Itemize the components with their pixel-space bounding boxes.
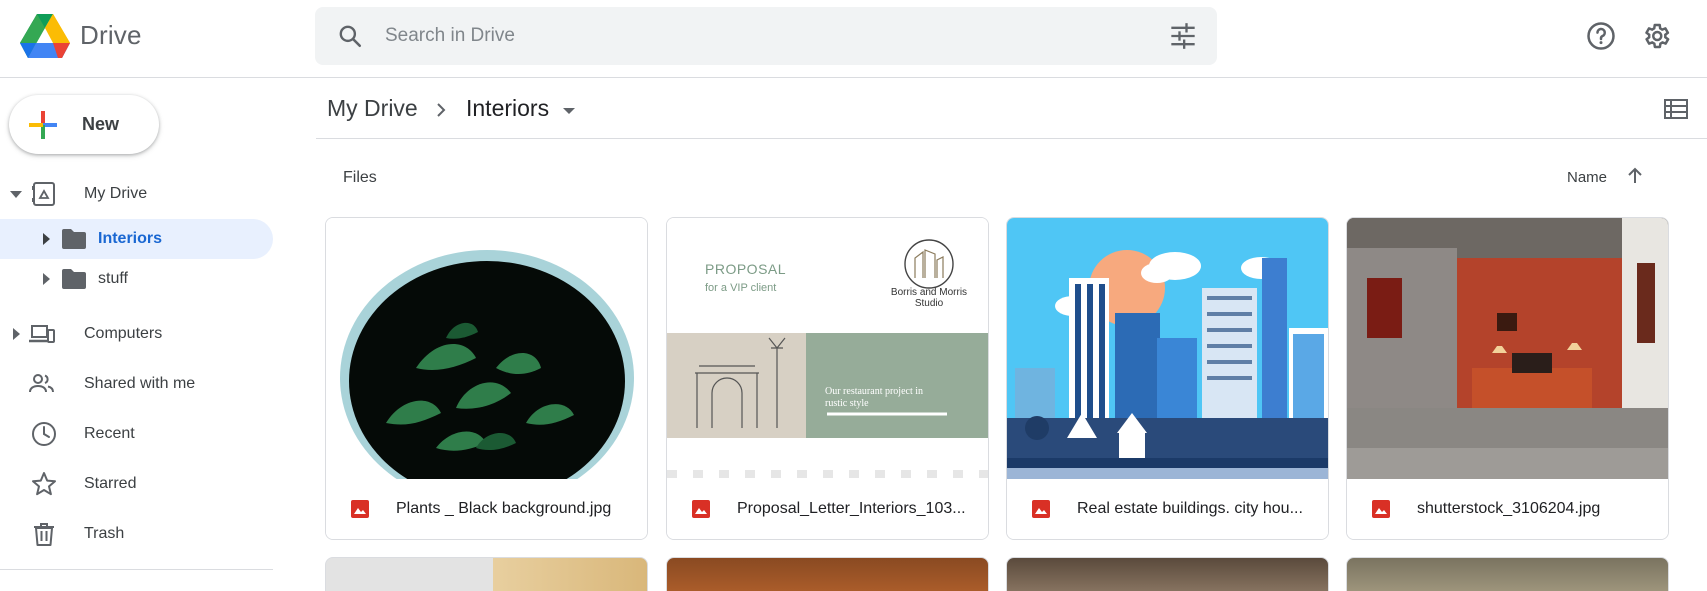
sidebar-item-label: Trash [84,525,125,542]
file-thumbnail [1007,218,1328,479]
file-thumbnail: PROPOSAL for a VIP client Borris and Mor… [667,218,988,479]
new-button[interactable]: New [9,95,159,154]
image-file-icon [692,500,710,518]
sidebar-item-recent[interactable]: Recent [0,414,273,454]
image-file-icon [1372,500,1390,518]
sidebar-item-shared-with-me[interactable]: Shared with me [0,364,273,404]
proposal-tagline: Our restaurant project in [825,386,924,397]
sidebar-item-trash[interactable]: Trash [0,514,273,554]
clock-icon [32,422,56,446]
proposal-studio-line: Studio [914,298,944,309]
people-icon [29,374,54,393]
help-icon[interactable] [1586,21,1616,51]
gear-icon[interactable] [1641,21,1671,51]
app-title: Drive [80,20,142,50]
file-name: Proposal_Letter_Interiors_103... [737,500,966,517]
sidebar-item-label: Recent [84,425,135,442]
caret-down-icon[interactable] [8,186,24,202]
image-file-icon [351,500,369,518]
caret-right-icon[interactable] [38,231,54,247]
file-card[interactable] [666,557,989,591]
sidebar-item-label: stuff [98,270,128,287]
my-drive-icon [32,182,55,206]
file-card[interactable]: PROPOSAL for a VIP client Borris and Mor… [666,217,989,540]
sidebar-item-label: My Drive [84,185,148,202]
breadcrumb-current-folder[interactable]: Interiors [466,95,549,122]
search-input[interactable] [385,21,1085,51]
sidebar-item-label: Computers [84,325,163,342]
file-card[interactable] [1346,557,1669,591]
file-name: Plants _ Black background.jpg [396,500,612,517]
proposal-heading: PROPOSAL [705,261,787,277]
search-options-icon[interactable] [1169,22,1197,50]
files-section-label: Files [343,169,377,186]
file-card[interactable]: Plants _ Black background.jpg [325,217,648,540]
breadcrumb: My Drive Interiors [316,79,1707,139]
file-thumbnail [1347,218,1668,479]
sidebar-item-label: Interiors [98,230,163,247]
proposal-studio-line: Borris and Morris [890,287,968,298]
caret-down-icon[interactable] [558,100,580,122]
arrow-up-icon[interactable] [1625,166,1645,186]
sidebar-item-stuff[interactable]: stuff [0,259,273,299]
file-meta: shutterstock_3106204.jpg [1347,479,1668,539]
sidebar-item-computers[interactable]: Computers [0,314,273,354]
file-card[interactable]: Real estate buildings. city hou... [1006,217,1329,540]
folder-icon [62,269,86,289]
file-meta: Plants _ Black background.jpg [326,479,647,539]
caret-right-icon[interactable] [38,271,54,287]
folder-icon [62,229,86,249]
file-card[interactable]: shutterstock_3106204.jpg [1346,217,1669,540]
file-card[interactable] [1006,557,1329,591]
sort-by-name-button[interactable]: Name [1567,169,1607,186]
sidebar-item-starred[interactable]: Starred [0,464,273,504]
search-bar[interactable] [315,7,1217,65]
proposal-subheading: for a VIP client [705,282,777,294]
list-view-icon[interactable] [1663,96,1689,122]
file-name: Real estate buildings. city hou... [1077,500,1303,517]
drive-logo-icon[interactable] [20,14,70,58]
sidebar-item-interiors[interactable]: Interiors [0,219,273,259]
sidebar-item-label: Starred [84,475,137,492]
breadcrumb-my-drive[interactable]: My Drive [327,95,418,122]
file-card[interactable] [325,557,648,591]
chevron-right-icon [437,103,446,117]
computers-icon [29,325,55,343]
file-meta: Real estate buildings. city hou... [1007,479,1328,539]
file-meta: Proposal_Letter_Interiors_103... [667,479,988,539]
plus-icon [29,111,57,139]
caret-right-icon[interactable] [8,326,24,342]
sidebar-item-label: Shared with me [84,375,196,392]
top-bar: Drive [0,0,1707,78]
sidebar-item-my-drive[interactable]: My Drive [0,174,273,214]
search-icon[interactable] [337,23,363,49]
image-file-icon [1032,500,1050,518]
file-name: shutterstock_3106204.jpg [1417,500,1601,517]
trash-icon [34,523,54,546]
sidebar-divider [0,569,273,570]
star-icon [32,472,56,496]
new-button-label: New [82,114,120,134]
proposal-tagline: rustic style [825,398,869,409]
file-thumbnail [326,218,647,479]
